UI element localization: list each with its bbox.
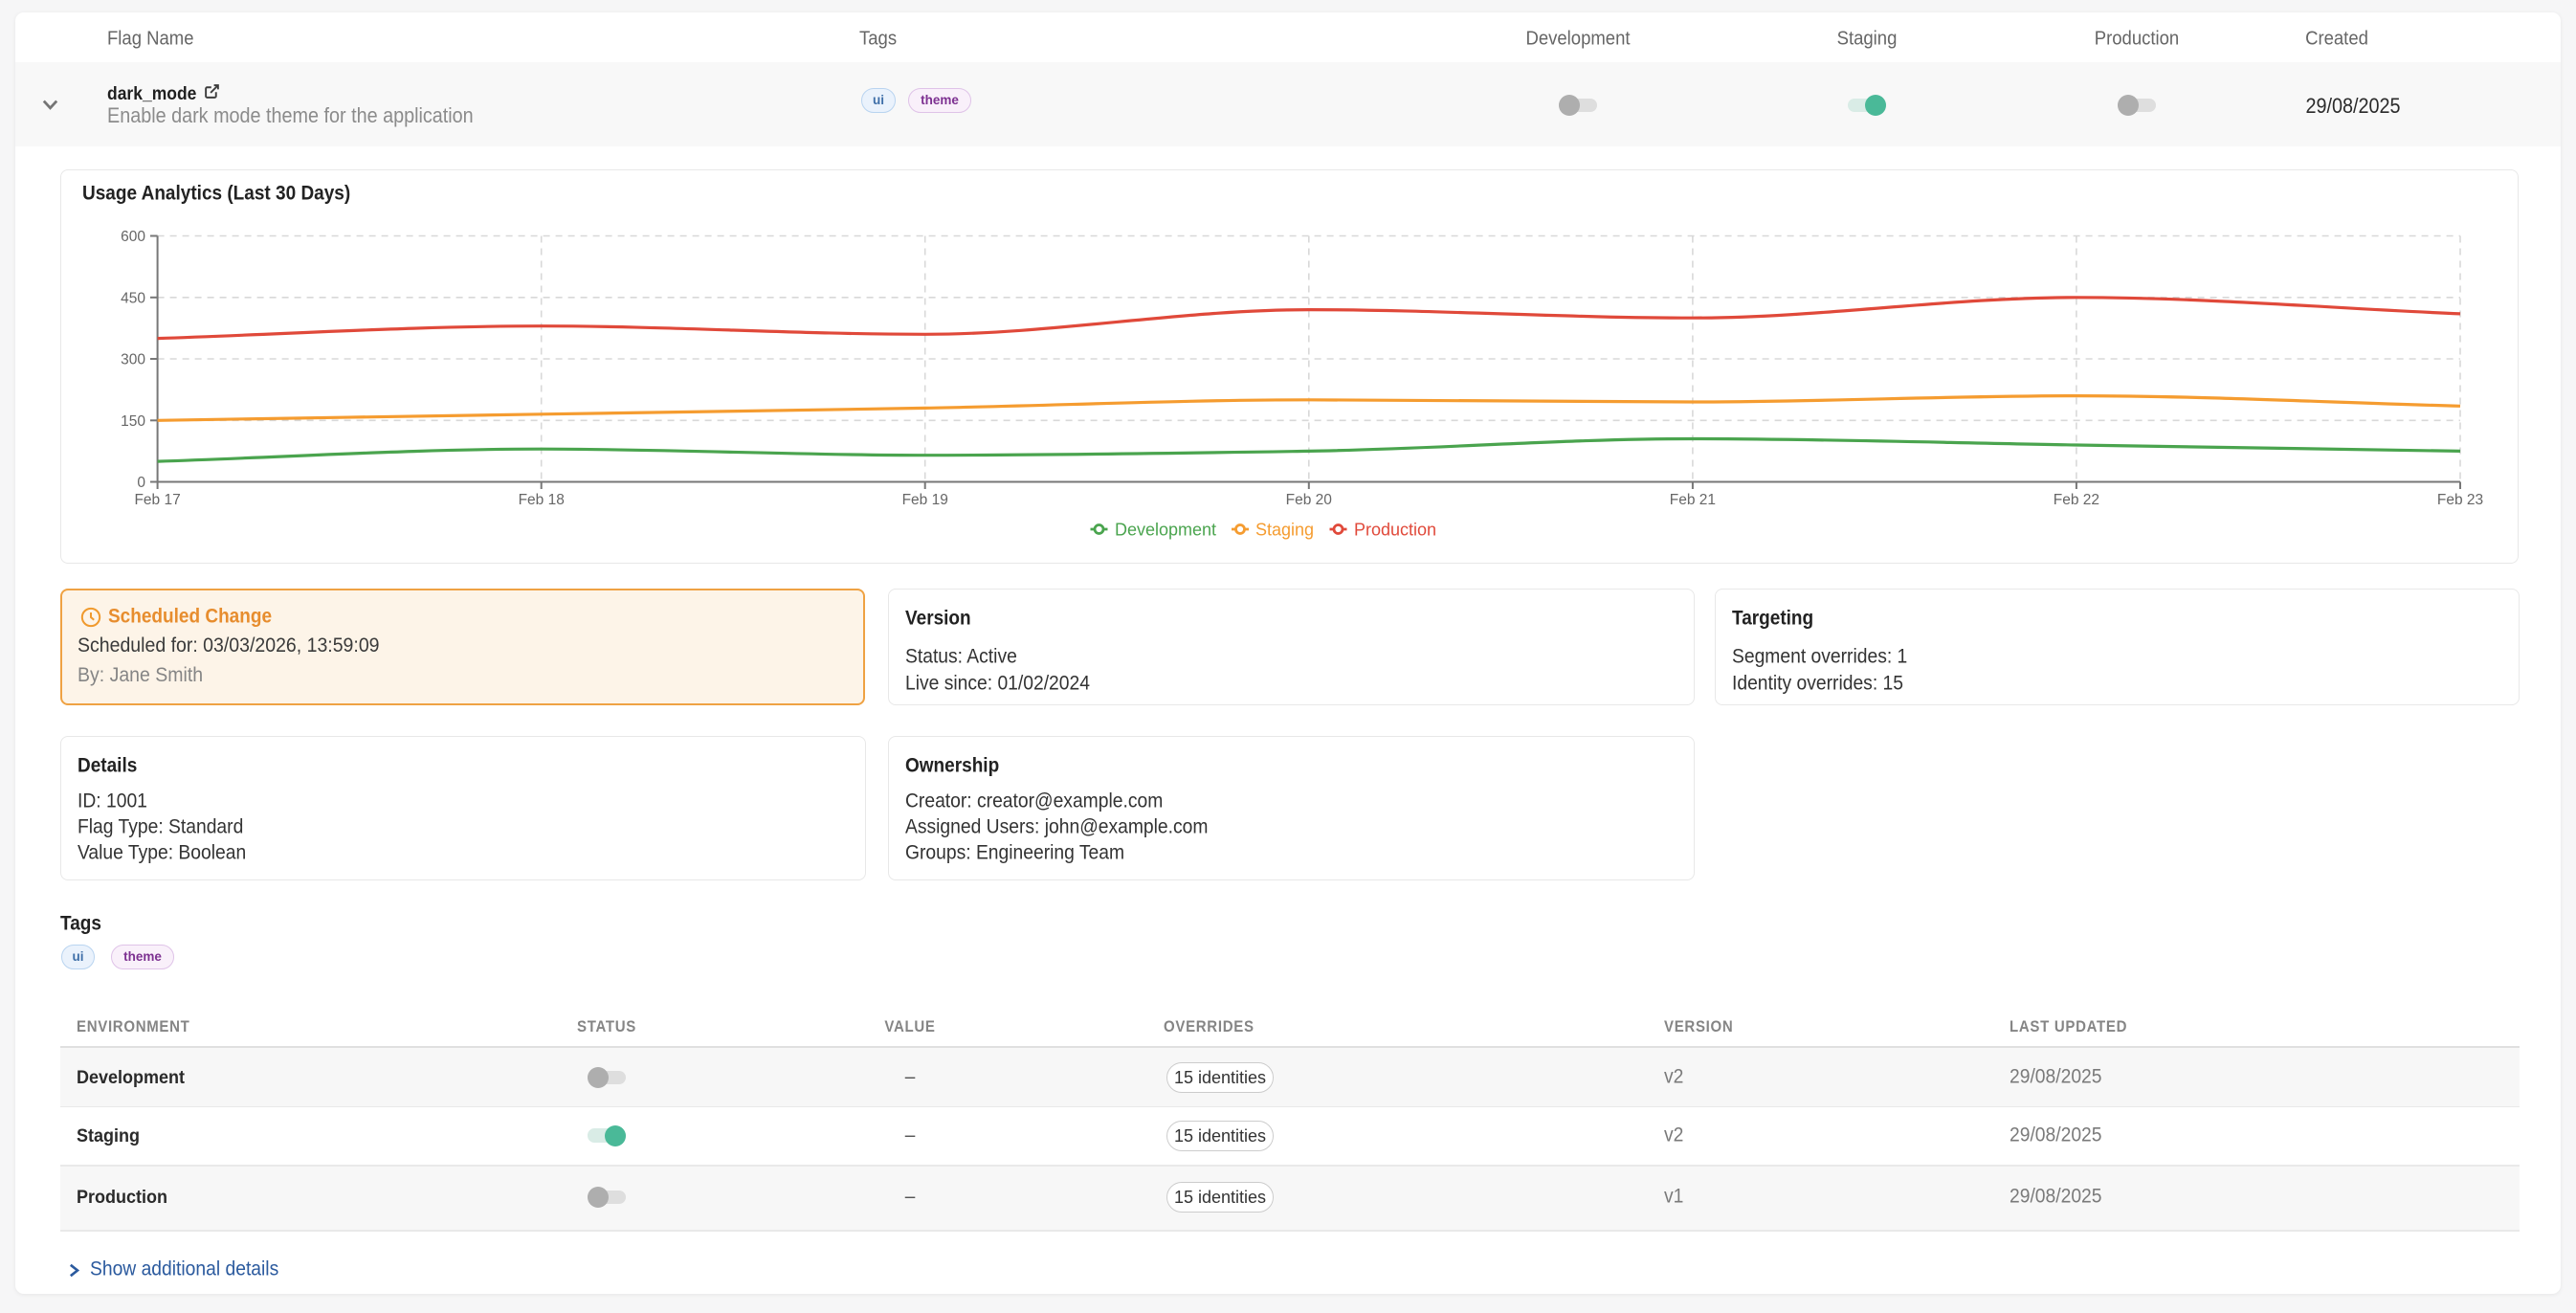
svg-text:Feb 21: Feb 21 [1670,492,1716,508]
svg-text:Feb 22: Feb 22 [2054,492,2099,508]
svg-text:Feb 20: Feb 20 [1286,492,1333,508]
svg-text:600: 600 [121,229,145,245]
svg-text:Production: Production [1354,521,1436,540]
svg-text:Feb 23: Feb 23 [2437,492,2483,508]
svg-text:300: 300 [121,352,145,368]
svg-text:0: 0 [137,475,145,491]
svg-text:Feb 19: Feb 19 [902,492,948,508]
svg-text:Feb 17: Feb 17 [134,492,180,508]
svg-text:Staging: Staging [1255,521,1314,540]
svg-text:150: 150 [121,413,145,430]
svg-text:Feb 18: Feb 18 [519,492,565,508]
svg-text:Development: Development [1115,521,1216,540]
svg-text:450: 450 [121,290,145,306]
